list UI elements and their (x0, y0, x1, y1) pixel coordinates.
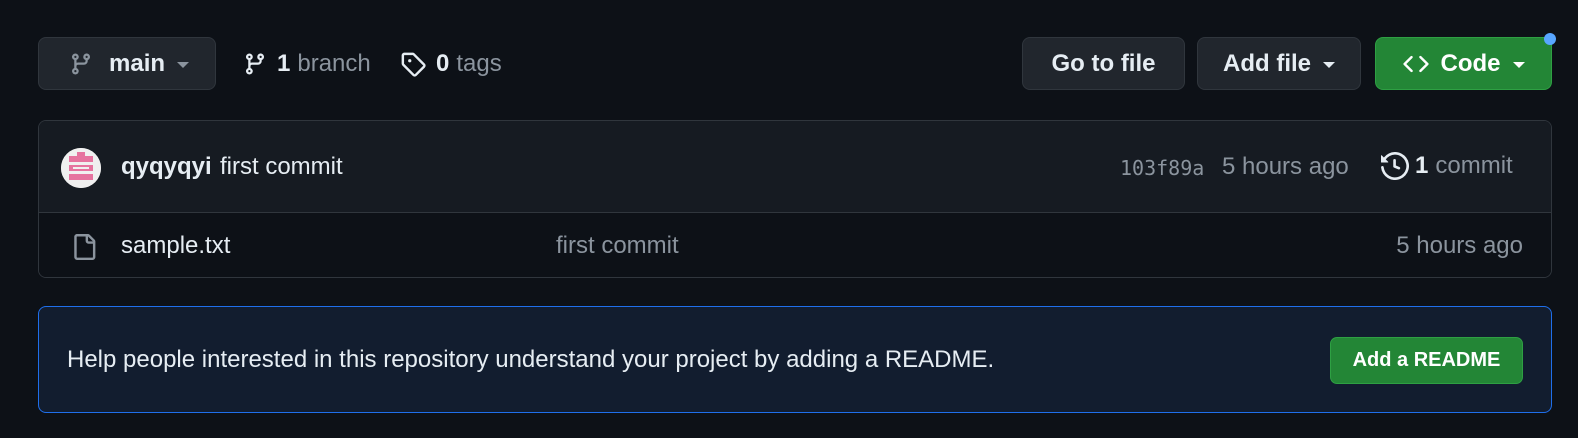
branch-name: main (109, 49, 166, 77)
commit-count: 1 (1415, 152, 1429, 179)
commit-time: 5 hours ago (1222, 153, 1349, 180)
tag-icon (401, 52, 426, 77)
go-to-file-button[interactable]: Go to file (1022, 37, 1185, 90)
add-readme-label: Add a README (1352, 349, 1501, 371)
branch-count-label: branch (297, 49, 371, 77)
tag-count-label: tags (456, 49, 502, 77)
commit-author-link[interactable]: qyqyqyi (121, 153, 212, 181)
chevron-down-icon (177, 61, 190, 68)
file-commit-time: 5 hours ago (1396, 232, 1523, 259)
tags-link[interactable]: 0 tags (400, 37, 502, 90)
chevron-down-icon (1323, 61, 1335, 68)
notification-dot (1544, 33, 1556, 45)
file-browser: qyqyqyi first commit 103f89a 5 hours ago… (38, 120, 1552, 278)
add-file-button[interactable]: Add file (1197, 37, 1361, 90)
file-name-link[interactable]: sample.txt (121, 232, 230, 260)
file-icon (74, 234, 96, 260)
git-branch-icon (71, 53, 90, 75)
branch-count: 1 (277, 49, 291, 77)
branches-link[interactable]: 1 branch (243, 37, 371, 90)
add-file-label: Add file (1223, 49, 1311, 77)
commit-message-link[interactable]: first commit (220, 153, 343, 181)
branch-selector-button[interactable]: main (38, 37, 216, 90)
code-label: Code (1440, 49, 1501, 77)
readme-banner: Help people interested in this repositor… (38, 306, 1552, 413)
repo-toolbar: main 1 branch 0 tags Go to file Add file… (38, 37, 1552, 92)
git-branch-icon (245, 53, 264, 75)
chevron-down-icon (1512, 61, 1525, 68)
readme-banner-text: Help people interested in this repositor… (67, 346, 995, 373)
commit-sha-link[interactable]: 103f89a (1120, 156, 1204, 180)
commit-history-link[interactable]: 1 commit (1381, 150, 1513, 182)
avatar[interactable] (61, 148, 101, 188)
tag-count: 0 (436, 49, 450, 77)
file-row: sample.txt first commit 5 hours ago (39, 213, 1551, 277)
file-commit-message-link[interactable]: first commit (556, 232, 679, 260)
code-icon (1402, 55, 1429, 72)
go-to-file-label: Go to file (1051, 49, 1156, 77)
commit-count-label: commit (1435, 152, 1513, 179)
code-button[interactable]: Code (1375, 37, 1552, 90)
add-readme-button[interactable]: Add a README (1330, 337, 1523, 384)
history-icon (1381, 152, 1409, 180)
identicon-icon (61, 148, 101, 188)
latest-commit-bar: qyqyqyi first commit 103f89a 5 hours ago… (39, 121, 1551, 213)
